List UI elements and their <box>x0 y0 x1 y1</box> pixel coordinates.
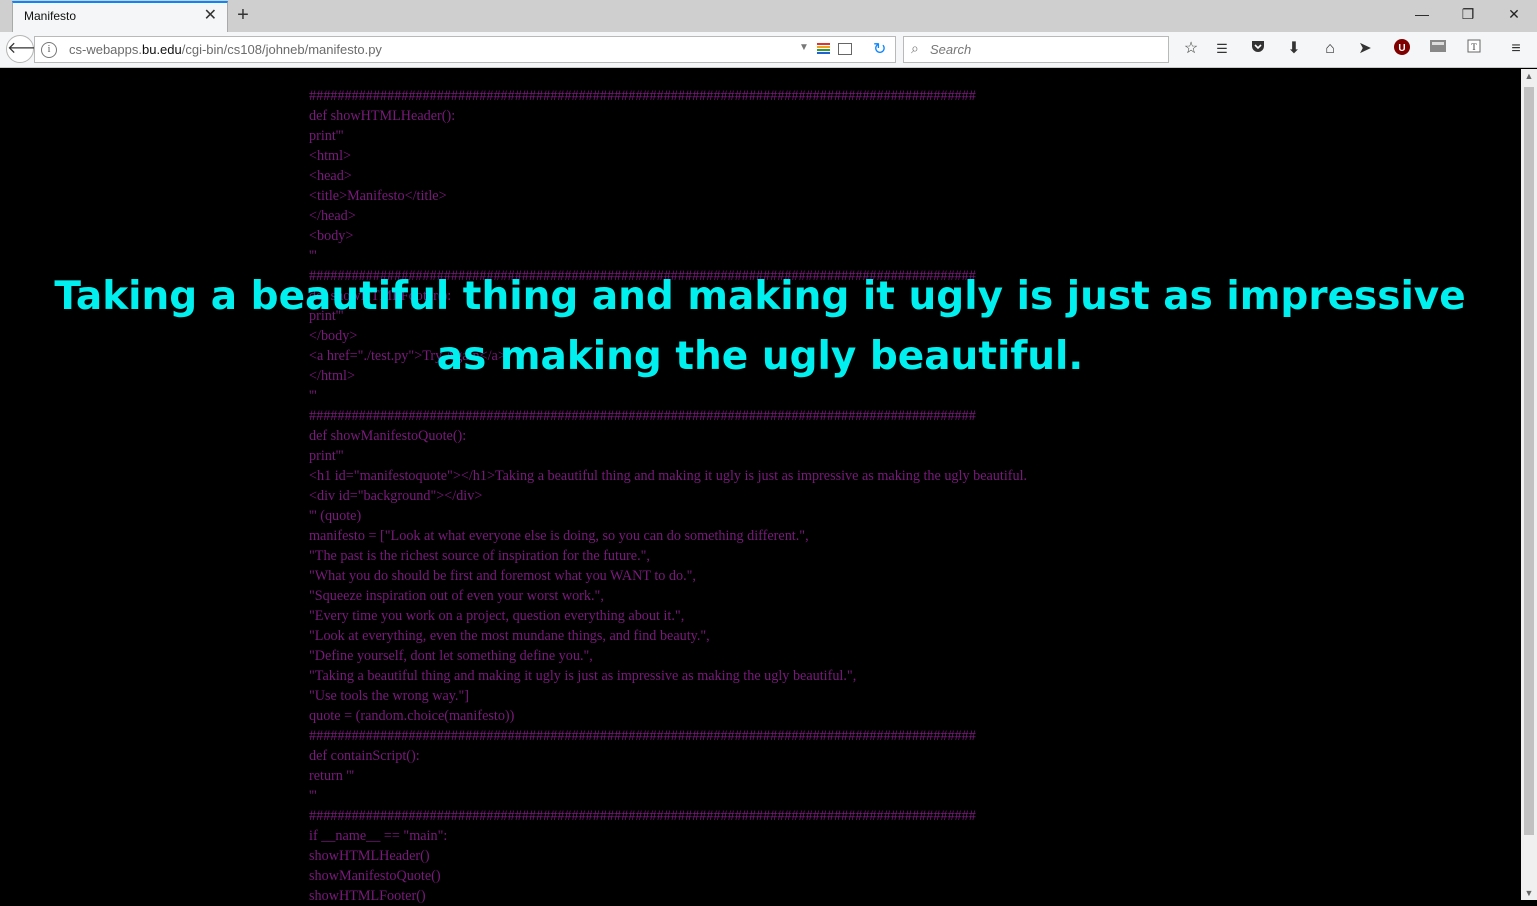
window-close-button[interactable]: ✕ <box>1491 0 1537 30</box>
code-line: ''' <box>309 788 317 804</box>
manifesto-quote: Taking a beautiful thing and making it u… <box>54 274 1466 379</box>
reading-list-icon[interactable]: ☰ <box>1211 38 1233 60</box>
code-line: <h1 id="manifestoquote"></h1>Taking a be… <box>309 468 1028 484</box>
url-path: /cgi-bin/cs108/johneb/manifesto.py <box>181 42 382 57</box>
url-domain: bu.edu <box>141 42 182 57</box>
code-line: if __name__ == "main": <box>309 828 448 844</box>
code-line: ########################################… <box>309 88 976 104</box>
code-line: "The past is the richest source of inspi… <box>309 548 650 564</box>
search-icon: ⌕ <box>911 40 919 56</box>
code-line: "Squeeze inspiration out of even your wo… <box>309 588 604 604</box>
title-bar: Manifesto ✕ + — ❐ ✕ <box>0 0 1537 32</box>
code-line: </head> <box>309 208 356 224</box>
css-viewer-icon[interactable] <box>1427 38 1449 60</box>
search-bar[interactable]: ⌕ Search <box>903 36 1169 63</box>
code-line: ''' <box>309 248 317 264</box>
ublock-icon[interactable]: U <box>1391 38 1413 60</box>
vertical-scrollbar[interactable]: ▲ ▼ <box>1521 69 1537 900</box>
code-line: <title>Manifesto</title> <box>309 188 447 204</box>
close-tab-icon[interactable]: ✕ <box>204 7 217 25</box>
restore-button[interactable]: ❐ <box>1445 0 1491 30</box>
search-placeholder[interactable]: Search <box>930 42 971 57</box>
svg-text:T: T <box>1471 42 1477 52</box>
scroll-down-arrow-icon[interactable]: ▼ <box>1521 888 1537 898</box>
code-line: "Use tools the wrong way."] <box>309 688 469 704</box>
code-line: showHTMLHeader() <box>309 848 430 864</box>
code-line: ########################################… <box>309 728 976 744</box>
code-line: print''' <box>309 128 344 144</box>
code-line: "Look at everything, even the most munda… <box>309 628 710 644</box>
code-line: def containScript(): <box>309 748 420 764</box>
code-line: def showManifestoQuote(): <box>309 428 467 444</box>
color-bars-icon[interactable] <box>817 43 830 56</box>
home-icon[interactable]: ⌂ <box>1319 38 1341 60</box>
url-text[interactable]: cs-webapps.bu.edu/cgi-bin/cs108/johneb/m… <box>69 42 382 57</box>
url-bar[interactable]: i cs-webapps.bu.edu/cgi-bin/cs108/johneb… <box>34 36 896 63</box>
code-line: print''' <box>309 448 344 464</box>
python-source-code: ########################################… <box>309 86 1027 906</box>
new-tab-button[interactable]: + <box>233 3 253 27</box>
back-button[interactable]: 🡐 <box>6 35 50 63</box>
reader-view-icon[interactable] <box>838 43 852 55</box>
code-line: "Every time you work on a project, quest… <box>309 608 685 624</box>
scroll-up-arrow-icon[interactable]: ▲ <box>1521 71 1537 81</box>
scroll-thumb[interactable] <box>1524 87 1534 835</box>
tab-title: Manifesto <box>24 9 77 23</box>
page-content: ########################################… <box>0 69 1521 904</box>
svg-text:U: U <box>1398 43 1405 54</box>
pocket-icon[interactable] <box>1247 38 1269 60</box>
code-line: <html> <box>309 148 352 164</box>
code-line: def showHTMLHeader(): <box>309 108 456 124</box>
hamburger-menu-icon[interactable]: ≡ <box>1505 38 1527 60</box>
code-line: ''' <box>309 388 317 404</box>
code-line: ########################################… <box>309 408 976 424</box>
info-icon[interactable]: i <box>41 42 57 58</box>
code-line: showHTMLFooter() <box>309 888 426 904</box>
code-line: <head> <box>309 168 352 184</box>
code-line: ########################################… <box>309 808 976 824</box>
reload-icon[interactable]: ↻ <box>873 39 886 59</box>
code-line: manifesto = ["Look at what everyone else… <box>309 528 809 544</box>
download-icon[interactable]: ⬇ <box>1283 38 1305 60</box>
url-prefix: cs-webapps. <box>69 42 142 57</box>
bookmark-star-icon[interactable]: ☆ <box>1180 38 1202 60</box>
code-line: "Taking a beautiful thing and making it … <box>309 668 857 684</box>
code-line: showManifestoQuote() <box>309 868 441 884</box>
minimize-button[interactable]: — <box>1399 0 1445 30</box>
code-line: return ''' <box>309 768 355 784</box>
url-dropdown-icon[interactable]: ▼ <box>799 42 809 53</box>
send-icon[interactable]: ➤ <box>1354 38 1376 60</box>
navigation-bar: 🡐 i cs-webapps.bu.edu/cgi-bin/cs108/john… <box>0 32 1537 68</box>
code-line: "What you do should be first and foremos… <box>309 568 696 584</box>
translate-icon[interactable]: T <box>1463 38 1485 60</box>
code-line: quote = (random.choice(manifesto)) <box>309 708 515 724</box>
code-line: ''' (quote) <box>309 508 362 524</box>
code-line: <body> <box>309 228 354 244</box>
code-line: <div id="background"></div> <box>309 488 483 504</box>
code-line: "Define yourself, dont let something def… <box>309 648 593 664</box>
tab-manifesto[interactable]: Manifesto ✕ <box>12 1 228 32</box>
